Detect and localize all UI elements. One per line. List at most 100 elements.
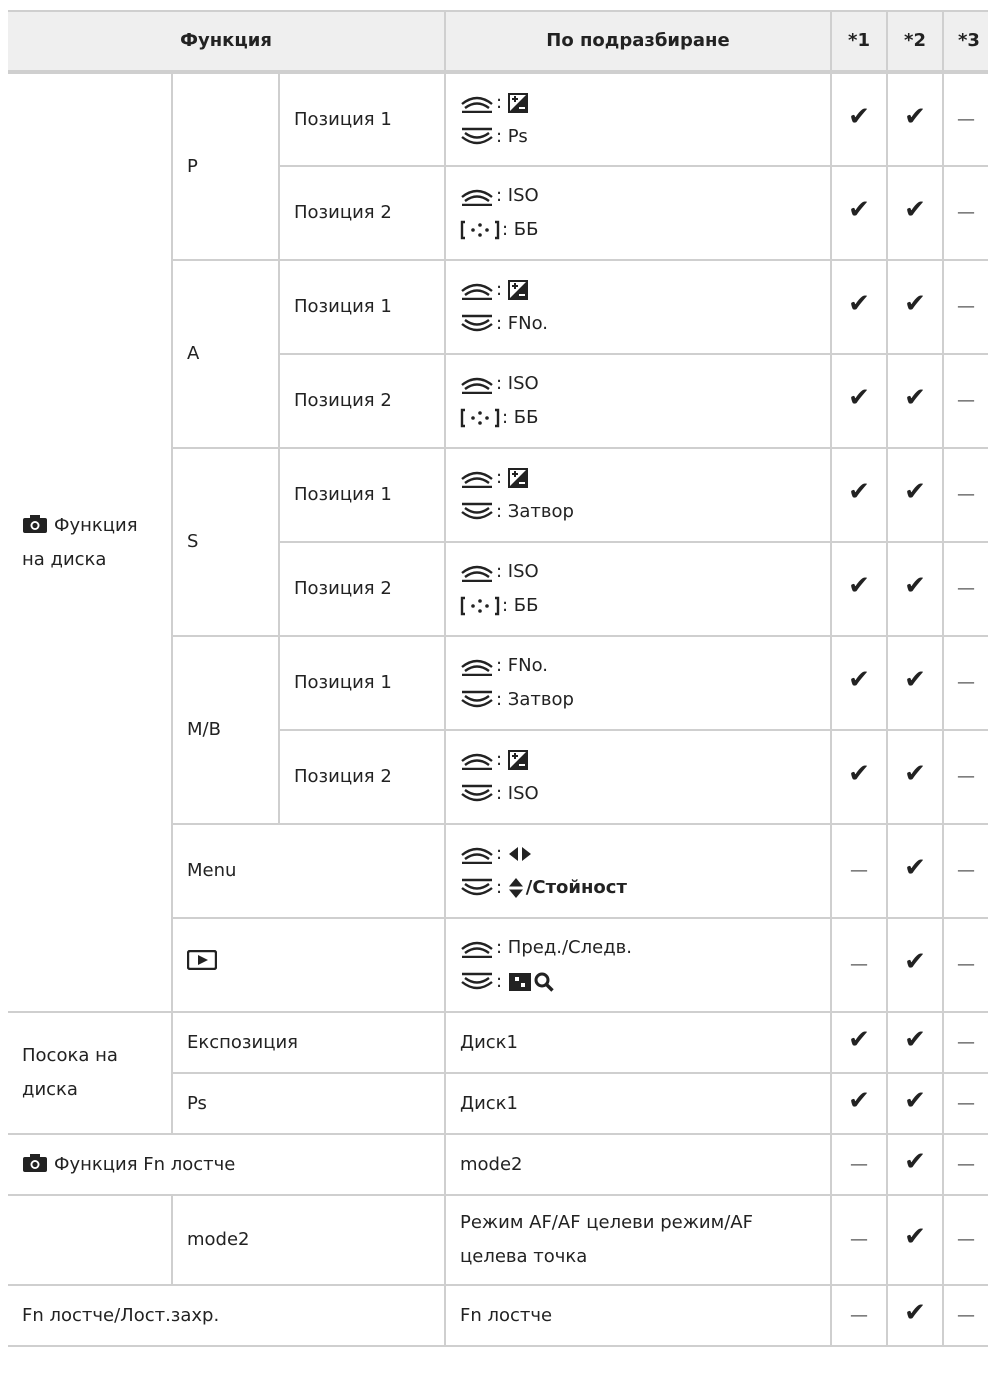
direction-ps-label: Ps — [172, 1073, 446, 1135]
note-1-value: ✔ — [831, 1073, 888, 1135]
default-value: : : Затвор — [445, 448, 832, 543]
default-value: Fn лостче — [445, 1285, 832, 1347]
front-dial-icon — [460, 280, 494, 300]
note-1-value: — — [831, 1134, 888, 1196]
exposure-compensation-icon — [508, 750, 528, 770]
note-1-value: — — [831, 824, 888, 919]
dial-function-cell: Функция на диска — [8, 72, 173, 1013]
left-right-arrows-icon — [508, 846, 532, 862]
menu-label: Menu — [172, 824, 446, 919]
note-3-value: — — [943, 260, 988, 355]
position-label: Позиция 1 — [279, 448, 446, 543]
default-value: : ISO : ББ — [445, 542, 832, 637]
note-2-value: ✔ — [887, 72, 944, 167]
fn-lock-label: Fn лостче/Лост.захр. — [8, 1285, 446, 1347]
front-dial-icon — [460, 468, 494, 488]
note-1-value: ✔ — [831, 636, 888, 731]
rear-dial-icon — [460, 502, 494, 522]
default-value: : : FNo. — [445, 260, 832, 355]
note-2-value: ✔ — [887, 636, 944, 731]
note-2-value: ✔ — [887, 730, 944, 825]
note-1-value: ✔ — [831, 260, 888, 355]
note-3-value: — — [943, 730, 988, 825]
rear-dial-icon — [460, 127, 494, 147]
table-header-row: Функция По подразбиране *1 *2 *3 — [8, 11, 988, 74]
note-3-value: — — [943, 166, 988, 261]
position-label: Позиция 2 — [279, 354, 446, 449]
up-down-arrows-icon — [508, 877, 524, 899]
default-value: : : Ps — [445, 72, 832, 167]
note-1-value: ✔ — [831, 542, 888, 637]
note-1-value: ✔ — [831, 354, 888, 449]
playback-icon — [187, 950, 217, 970]
note-1-value: ✔ — [831, 1012, 888, 1074]
default-value: : : /Стойност — [445, 824, 832, 919]
multi-selector-icon — [460, 220, 500, 240]
note-2-value: ✔ — [887, 1073, 944, 1135]
rear-dial-icon — [460, 878, 494, 898]
front-dial-icon — [460, 750, 494, 770]
position-label: Позиция 2 — [279, 730, 446, 825]
position-label: Позиция 2 — [279, 166, 446, 261]
default-value: : ISO : ББ — [445, 166, 832, 261]
default-value: : FNo. : Затвор — [445, 636, 832, 731]
front-dial-icon — [460, 186, 494, 206]
note-2-value: ✔ — [887, 260, 944, 355]
default-value: mode2 — [445, 1134, 832, 1196]
header-note-1: *1 — [831, 11, 888, 74]
mode-a-label: A — [172, 260, 280, 449]
mode-mb-label: M/B — [172, 636, 280, 825]
note-3-value: — — [943, 542, 988, 637]
note-3-value: — — [943, 636, 988, 731]
note-1-value: ✔ — [831, 72, 888, 167]
position-label: Позиция 1 — [279, 72, 446, 167]
fn-lever-function-label: Функция Fn лостче — [8, 1134, 446, 1196]
note-2-value: ✔ — [887, 542, 944, 637]
exposure-compensation-icon — [508, 93, 528, 113]
note-3-value: — — [943, 1285, 988, 1347]
dial-direction-label: Посока на диска — [8, 1012, 173, 1135]
note-1-value: ✔ — [831, 166, 888, 261]
position-label: Позиция 1 — [279, 260, 446, 355]
rear-dial-icon — [460, 690, 494, 710]
note-3-value: — — [943, 354, 988, 449]
magnify-icon — [534, 972, 554, 992]
table-row: Функция на диска P Позиция 1 : : Ps ✔ ✔ … — [8, 72, 988, 1013]
front-dial-icon — [460, 93, 494, 113]
camera-icon — [22, 514, 48, 534]
note-2-value: ✔ — [887, 1134, 944, 1196]
table-row: Fn лостче/Лост.захр. Fn лостче — ✔ — — [8, 1285, 988, 1347]
table-row: Посока на диска Експозиция Диск1 ✔ ✔ — — [8, 1012, 988, 1135]
note-3-value: — — [943, 1134, 988, 1196]
note-1-value: — — [831, 1285, 888, 1347]
note-3-value: — — [943, 824, 988, 919]
position-label: Позиция 1 — [279, 636, 446, 731]
note-1-value: — — [831, 918, 888, 1013]
playback-label-cell — [172, 918, 446, 1013]
front-dial-icon — [460, 844, 494, 864]
front-dial-icon — [460, 562, 494, 582]
note-2-value: ✔ — [887, 354, 944, 449]
note-2-value: ✔ — [887, 166, 944, 261]
note-2-value: ✔ — [887, 448, 944, 543]
direction-exposure-label: Експозиция — [172, 1012, 446, 1074]
note-3-value: — — [943, 1195, 988, 1286]
front-dial-icon — [460, 374, 494, 394]
note-2-value: ✔ — [887, 1195, 944, 1286]
front-dial-icon — [460, 656, 494, 676]
rear-dial-icon — [460, 314, 494, 334]
note-1-value: ✔ — [831, 448, 888, 543]
note-2-value: ✔ — [887, 824, 944, 919]
default-value: : : ISO — [445, 730, 832, 825]
front-dial-icon — [460, 938, 494, 958]
exposure-compensation-icon — [508, 468, 528, 488]
rear-dial-icon — [460, 972, 494, 992]
rear-dial-icon — [460, 784, 494, 804]
function-table: Функция По подразбиране *1 *2 *3 Функция… — [8, 10, 988, 1347]
note-3-value: — — [943, 918, 988, 1013]
note-2-value: ✔ — [887, 918, 944, 1013]
table-row: mode2 Режим AF/AF целеви режим/AF целева… — [8, 1195, 988, 1286]
default-value: Диск1 — [445, 1012, 832, 1074]
header-note-3: *3 — [943, 11, 988, 74]
multi-selector-icon — [460, 596, 500, 616]
